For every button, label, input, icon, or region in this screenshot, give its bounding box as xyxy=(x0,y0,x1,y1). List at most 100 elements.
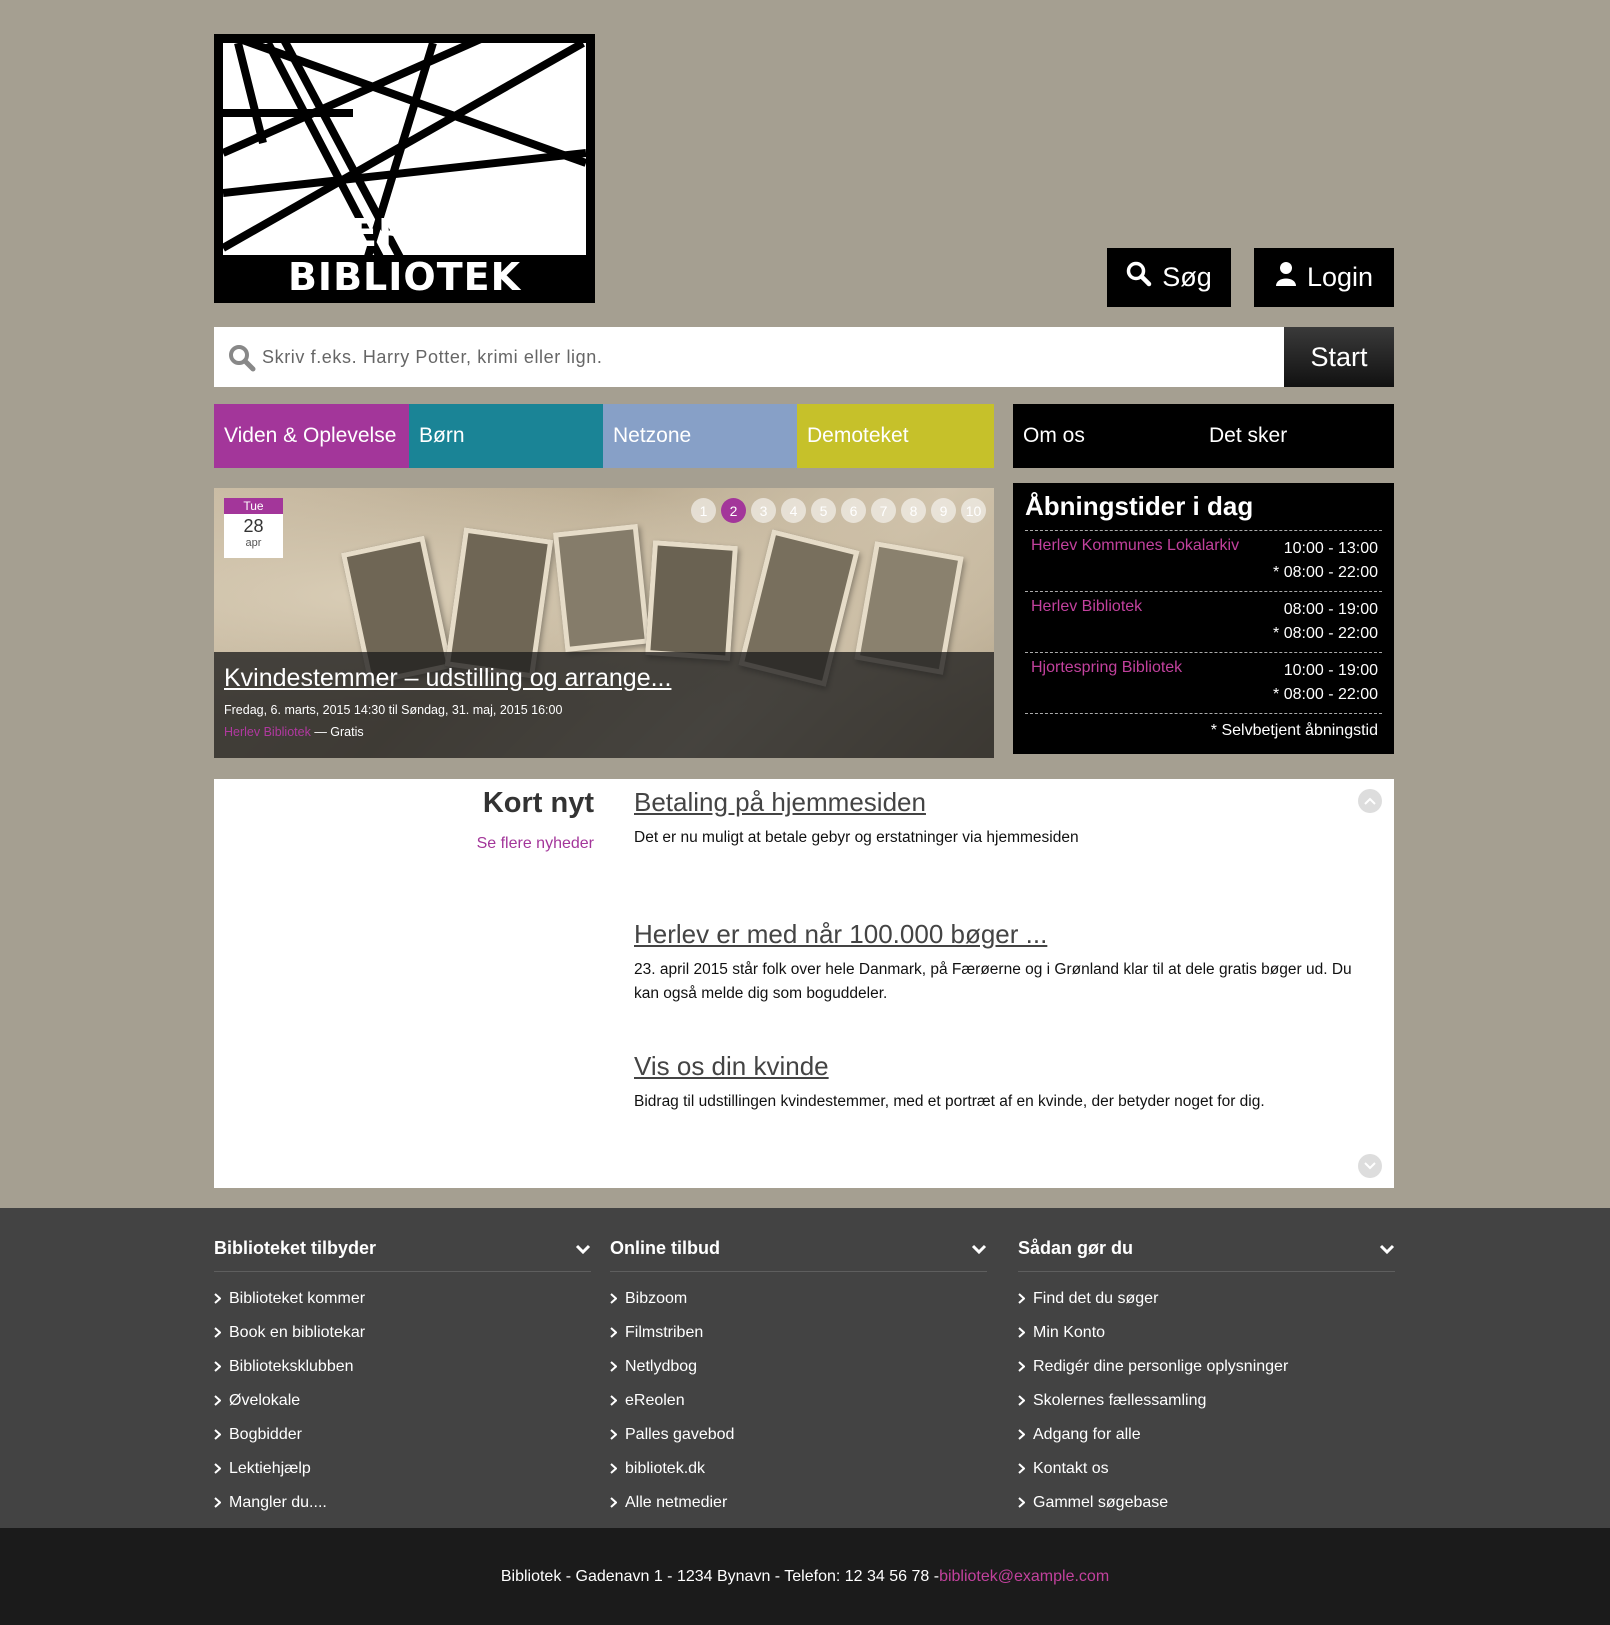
hours-open: 10:00 - 19:00 xyxy=(1283,662,1378,679)
slider-page-dot[interactable]: 6 xyxy=(841,498,866,523)
site-logo[interactable]: HERLEV BIBLIOTEK xyxy=(214,34,595,303)
event-separator: — xyxy=(310,725,331,739)
slider-page-dot[interactable]: 9 xyxy=(931,498,956,523)
hours-library[interactable]: Herlev Kommunes Lokalarkiv xyxy=(1031,537,1239,583)
footer-link[interactable]: Book en bibliotekar xyxy=(214,1316,591,1350)
footer-column: Sådan gør du Find det du søger Min Konto R… xyxy=(1018,1238,1395,1520)
footer-link[interactable]: Find det du søger xyxy=(1018,1282,1395,1316)
news-text: 23. april 2015 står folk over hele Danma… xyxy=(634,961,1352,1002)
chevron-right-icon xyxy=(214,1360,222,1375)
footer-column-title: Online tilbud xyxy=(610,1238,720,1258)
footer-link-label: Find det du søger xyxy=(1033,1290,1159,1307)
opening-hours-title: Åbningstider i dag xyxy=(1025,491,1254,521)
hours-row: Hjortespring Bibliotek 10:00 - 19:00 * 08… xyxy=(1025,652,1382,713)
event-location[interactable]: Herlev Bibliotek xyxy=(224,725,311,739)
slider-page-dot[interactable]: 3 xyxy=(751,498,776,523)
footer-link[interactable]: bibliotek.dk xyxy=(610,1452,987,1486)
nav-viden-oplevelse[interactable]: Viden & Oplevelse xyxy=(214,404,409,468)
search-button[interactable]: Søg xyxy=(1107,248,1231,307)
footer-link-label: Biblioteket kommer xyxy=(229,1290,366,1307)
slider-page-dot[interactable]: 4 xyxy=(781,498,806,523)
footer-email-link[interactable]: bibliotek@example.com xyxy=(939,1568,1109,1586)
footer-link-label: Netlydbog xyxy=(625,1358,698,1375)
more-news-link[interactable]: Se flere nyheder xyxy=(477,835,594,853)
footer-link[interactable]: Palles gavebod xyxy=(610,1418,987,1452)
footer-link[interactable]: Filmstriben xyxy=(610,1316,987,1350)
footer-column-header[interactable]: Sådan gør du xyxy=(1018,1238,1395,1272)
news-heading[interactable]: Betaling på hjemmesiden xyxy=(634,787,1364,818)
footer-link[interactable]: Bibzoom xyxy=(610,1282,987,1316)
footer-column-header[interactable]: Biblioteket tilbyder xyxy=(214,1238,591,1272)
login-button-label: Login xyxy=(1306,262,1374,292)
footer-link-label: Alle netmedier xyxy=(625,1494,728,1511)
footer-link-label: Mangler du.... xyxy=(229,1494,327,1511)
footer-link[interactable]: Min Konto xyxy=(1018,1316,1395,1350)
footer-link-list: Biblioteket kommer Book en bibliotekar Bib… xyxy=(214,1282,591,1520)
chevron-right-icon xyxy=(610,1394,618,1409)
footer-link[interactable]: Øvelokale xyxy=(214,1384,591,1418)
news-item: Vis os din kvinde Bidrag til udstillinge… xyxy=(634,1051,1364,1114)
footer-link-list: Find det du søger Min Konto Redigér dine p… xyxy=(1018,1282,1395,1520)
chevron-right-icon xyxy=(214,1462,222,1477)
nav-netzone[interactable]: Netzone xyxy=(603,404,797,468)
scroll-down-icon[interactable] xyxy=(1358,1154,1382,1178)
footer-link-label: Filmstriben xyxy=(625,1324,704,1341)
slider-pagination: 1 2 3 4 5 6 7 8 9 10 xyxy=(691,498,986,523)
footer-link[interactable]: Gammel søgebase xyxy=(1018,1486,1395,1520)
nav-demoteket[interactable]: Demoteket xyxy=(797,404,994,468)
chevron-right-icon xyxy=(214,1292,222,1307)
hours-self-service: * 08:00 - 22:00 xyxy=(1273,625,1378,642)
footer-link-label: bibliotek.dk xyxy=(625,1460,706,1477)
chevron-right-icon xyxy=(610,1462,618,1477)
event-slider[interactable]: Tue 28 apr 1 2 3 4 5 6 7 8 9 10 Kvindestemmer – u… xyxy=(214,488,994,758)
search-icon xyxy=(1126,261,1152,294)
footer-column-header[interactable]: Online tilbud xyxy=(610,1238,987,1272)
chevron-down-icon xyxy=(971,1238,987,1259)
slider-page-dot[interactable]: 8 xyxy=(901,498,926,523)
news-heading[interactable]: Herlev er med når 100.000 bøger ... xyxy=(634,919,1364,950)
footer-link[interactable]: Netlydbog xyxy=(610,1350,987,1384)
login-button[interactable]: Login xyxy=(1254,248,1394,307)
footer-link-label: Redigér dine personlige oplysninger xyxy=(1033,1358,1289,1375)
hours-library[interactable]: Herlev Bibliotek xyxy=(1031,598,1142,644)
hours-open: 08:00 - 19:00 xyxy=(1283,601,1378,618)
event-title[interactable]: Kvindestemmer – udstilling og arrange... xyxy=(224,664,984,693)
footer-link[interactable]: eReolen xyxy=(610,1384,987,1418)
nav-det-sker[interactable]: Det sker xyxy=(1199,404,1394,468)
footer-link[interactable]: Mangler du.... xyxy=(214,1486,591,1520)
nav-om-os[interactable]: Om os xyxy=(1013,404,1199,468)
news-heading[interactable]: Vis os din kvinde xyxy=(634,1051,1364,1082)
scroll-up-icon[interactable] xyxy=(1358,789,1382,813)
footer-link[interactable]: Biblioteket kommer xyxy=(214,1282,591,1316)
footer-link[interactable]: Biblioteksklubben xyxy=(214,1350,591,1384)
event-meta: Herlev Bibliotek — Gratis xyxy=(224,725,984,739)
footer-link[interactable]: Bogbidder xyxy=(214,1418,591,1452)
footer-link-label: Palles gavebod xyxy=(625,1426,735,1443)
slider-page-dot[interactable]: 1 xyxy=(691,498,716,523)
footer-link[interactable]: Alle netmedier xyxy=(610,1486,987,1520)
footer-link-label: Min Konto xyxy=(1033,1324,1106,1341)
event-weekday: Tue xyxy=(224,498,283,514)
slider-page-dot[interactable]: 7 xyxy=(871,498,896,523)
hours-row: Herlev Bibliotek 08:00 - 19:00 * 08:00 - … xyxy=(1025,591,1382,652)
slider-photo xyxy=(645,540,738,661)
chevron-right-icon xyxy=(1018,1292,1026,1307)
nav-boern[interactable]: Børn xyxy=(409,404,603,468)
slider-page-dot[interactable]: 2 xyxy=(721,498,746,523)
footer-link[interactable]: Redigér dine personlige oplysninger xyxy=(1018,1350,1395,1384)
footer-link[interactable]: Kontakt os xyxy=(1018,1452,1395,1486)
footer-link[interactable]: Lektiehjælp xyxy=(214,1452,591,1486)
event-date-badge: Tue 28 apr xyxy=(224,498,283,558)
footer-link-list: Bibzoom Filmstriben Netlydbog eReolen Palles… xyxy=(610,1282,987,1520)
news-text: Bidrag til udstillingen kvindestemmer, m… xyxy=(634,1093,1265,1110)
slider-page-dot[interactable]: 10 xyxy=(961,498,986,523)
footer-link[interactable]: Skolernes fællessamling xyxy=(1018,1384,1395,1418)
search-input[interactable] xyxy=(262,327,1262,387)
slider-page-dot[interactable]: 5 xyxy=(811,498,836,523)
start-search-button[interactable]: Start xyxy=(1284,327,1394,387)
event-dates: Fredag, 6. marts, 2015 14:30 til Søndag,… xyxy=(224,703,563,717)
footer-link-label: Øvelokale xyxy=(229,1392,301,1409)
footer-link[interactable]: Adgang for alle xyxy=(1018,1418,1395,1452)
footer-link-label: Skolernes fællessamling xyxy=(1033,1392,1207,1409)
hours-library[interactable]: Hjortespring Bibliotek xyxy=(1031,659,1182,705)
